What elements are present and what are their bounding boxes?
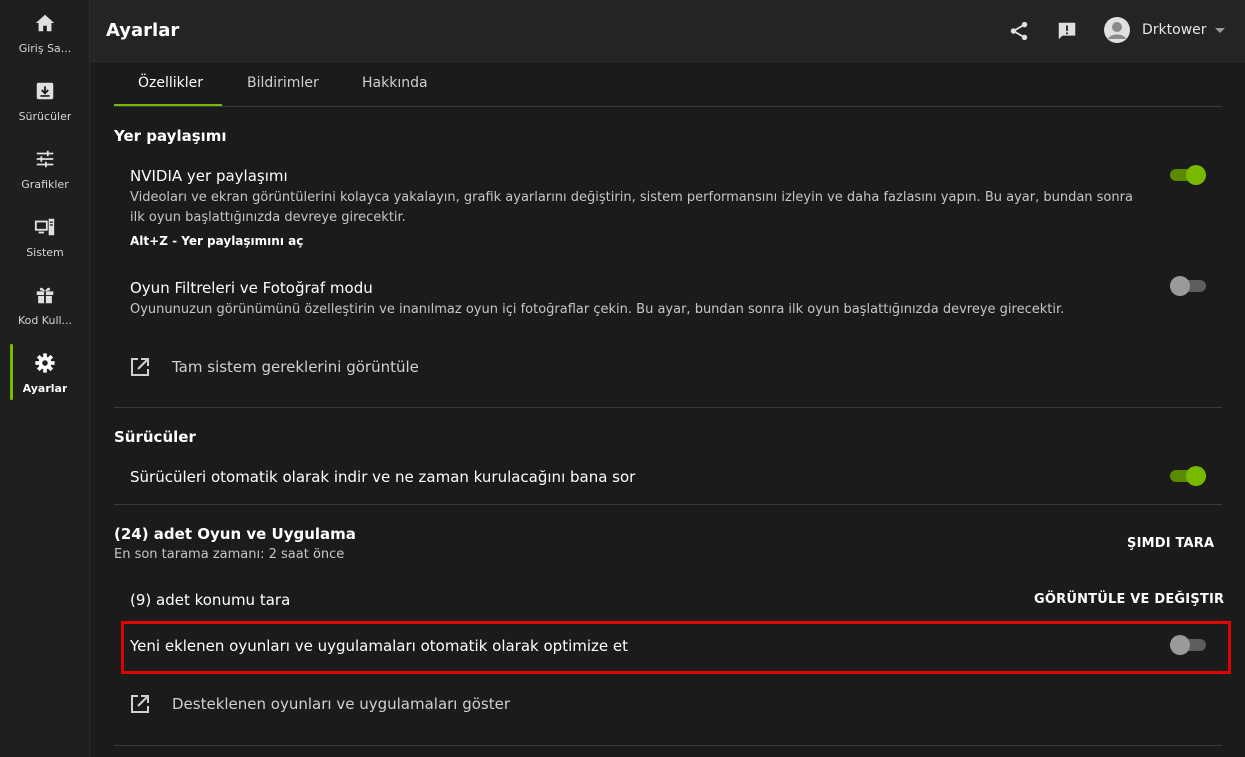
link-label: Desteklenen oyunları ve uygulamaları gös… — [172, 695, 511, 713]
tab-about[interactable]: Hakkında — [362, 75, 428, 91]
filters-toggle[interactable] — [1170, 275, 1206, 297]
chevron-down-icon — [1214, 28, 1225, 33]
tab-bar: Özellikler Bildirimler Hakkında — [114, 62, 1222, 107]
page-title: Ayarlar — [106, 20, 180, 41]
section-title-drivers: Sürücüler — [114, 428, 196, 446]
toggle-knob — [1170, 635, 1190, 655]
sidebar-item-graphics[interactable]: Grafikler — [0, 136, 90, 204]
toggle-knob — [1186, 165, 1206, 185]
filters-setting-desc: Oyununuzun görünümünü özelleştirin ve in… — [130, 302, 1065, 317]
filters-setting-title: Oyun Filtreleri ve Fotoğraf modu — [130, 279, 373, 297]
download-box-icon — [36, 82, 54, 100]
overlay-setting-desc-1: Videoları ve ekran görüntülerini kolayca… — [130, 190, 1133, 205]
toggle-knob — [1170, 276, 1190, 296]
auto-optimize-toggle[interactable] — [1170, 634, 1206, 656]
username: Drktower — [1142, 22, 1207, 38]
auto-driver-download-title: Sürücüleri otomatik olarak indir ve ne z… — [130, 468, 636, 486]
view-and-change-button[interactable]: GÖRÜNTÜLE VE DEĞIŞTIR — [1034, 592, 1224, 607]
section-divider — [114, 504, 1222, 505]
sidebar-item-label: Kod Kull... — [17, 314, 73, 327]
overlay-setting-desc-2: ilk oyun başlattığınızda devreye girecek… — [130, 210, 406, 225]
active-tab-indicator — [114, 104, 222, 106]
sidebar: Giriş Sa... Sürücüler Grafikler Sistem K… — [0, 0, 90, 757]
section-divider — [114, 745, 1222, 746]
section-divider — [114, 407, 1222, 408]
overlay-setting-title: NVIDIA yer paylaşımı — [130, 167, 288, 185]
top-header: Ayarlar Drktower — [90, 0, 1245, 62]
last-scan-time: En son tarama zamanı: 2 saat önce — [114, 547, 345, 562]
sidebar-item-label: Giriş Sa... — [18, 42, 72, 55]
active-nav-indicator — [10, 344, 13, 400]
system-requirements-link[interactable]: Tam sistem gereklerini görüntüle — [130, 357, 419, 377]
auto-optimize-title: Yeni eklenen oyunları ve uygulamaları ot… — [130, 637, 629, 655]
section-title-overlay: Yer paylaşımı — [114, 127, 227, 145]
monitor-tower-icon — [34, 218, 55, 236]
external-link-icon — [131, 695, 149, 713]
sidebar-item-system[interactable]: Sistem — [0, 204, 90, 272]
sidebar-item-label: Ayarlar — [22, 382, 68, 395]
avatar — [1104, 17, 1130, 43]
sidebar-item-redeem[interactable]: Kod Kull... — [0, 272, 90, 340]
scan-locations-title: (9) adet konumu tara — [130, 591, 291, 609]
home-icon — [35, 14, 55, 32]
sidebar-item-settings[interactable]: Ayarlar — [0, 340, 90, 408]
settings-content: Özellikler Bildirimler Hakkında Yer payl… — [90, 62, 1245, 757]
user-menu[interactable]: Drktower — [1104, 17, 1225, 43]
share-icon[interactable] — [1008, 20, 1030, 42]
toggle-knob — [1186, 466, 1206, 486]
sidebar-item-home[interactable]: Giriş Sa... — [0, 0, 90, 68]
sidebar-item-label: Sistem — [26, 246, 64, 259]
sliders-icon — [36, 150, 54, 168]
feedback-icon[interactable] — [1056, 20, 1078, 42]
section-title-games: (24) adet Oyun ve Uygulama — [114, 525, 356, 543]
tab-features[interactable]: Özellikler — [138, 75, 203, 91]
external-link-icon — [131, 358, 149, 376]
tab-notifications[interactable]: Bildirimler — [247, 75, 319, 91]
supported-games-link[interactable]: Desteklenen oyunları ve uygulamaları gös… — [130, 694, 510, 714]
gear-icon — [35, 353, 55, 373]
gift-icon — [36, 287, 54, 304]
scan-now-button[interactable]: ŞIMDI TARA — [1127, 536, 1214, 551]
sidebar-item-label: Sürücüler — [18, 110, 72, 123]
sidebar-item-drivers[interactable]: Sürücüler — [0, 68, 90, 136]
sidebar-item-label: Grafikler — [21, 178, 69, 191]
auto-driver-download-toggle[interactable] — [1170, 465, 1206, 487]
link-label: Tam sistem gereklerini görüntüle — [172, 358, 419, 376]
overlay-shortcut-hint: Alt+Z - Yer paylaşımını aç — [130, 234, 304, 248]
overlay-toggle[interactable] — [1170, 164, 1206, 186]
